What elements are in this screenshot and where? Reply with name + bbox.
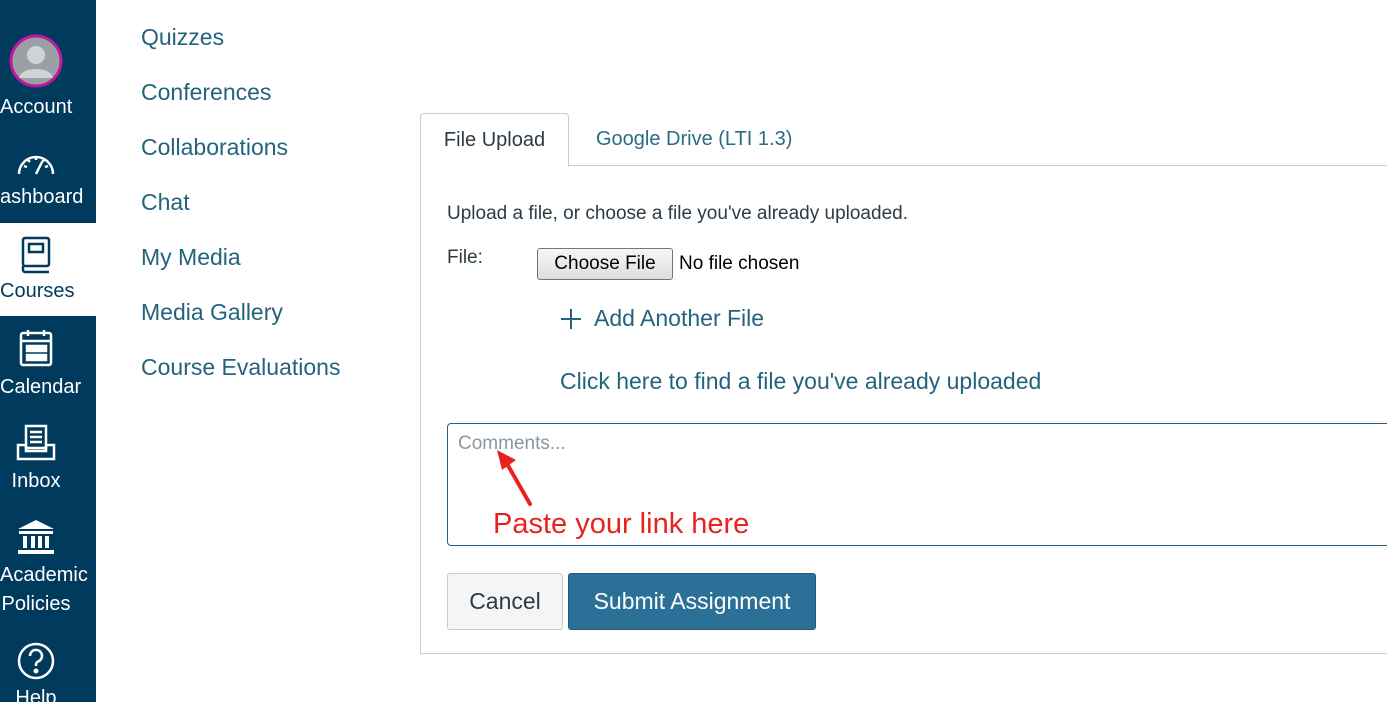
global-nav-academic-policies[interactable]: Academic Policies (0, 506, 96, 631)
course-nav-collaborations[interactable]: Collaborations (141, 134, 288, 161)
global-nav-label: Help (15, 687, 57, 702)
global-nav-label: Account (0, 96, 73, 118)
help-icon (0, 641, 72, 681)
global-nav-dashboard[interactable]: ashboard (0, 130, 96, 223)
course-nav-course-evaluations[interactable]: Course Evaluations (141, 354, 340, 381)
add-another-file-link[interactable]: Add Another File (560, 305, 764, 332)
global-nav-inbox[interactable]: Inbox (0, 411, 96, 506)
calendar-icon (0, 328, 72, 368)
courses-icon (0, 235, 72, 275)
add-another-file-label: Add Another File (594, 305, 765, 331)
course-nav-conferences[interactable]: Conferences (141, 79, 271, 106)
course-nav-my-media[interactable]: My Media (141, 244, 241, 271)
annotation-arrow-icon (497, 450, 532, 506)
submit-assignment-button[interactable]: Submit Assignment (568, 573, 816, 630)
global-nav-label: Academic Policies (0, 564, 88, 615)
global-nav-label: Calendar (0, 376, 82, 398)
inbox-icon (0, 423, 72, 463)
course-nav-quizzes[interactable]: Quizzes (141, 24, 224, 51)
global-nav-label: Inbox (11, 470, 61, 492)
plus-icon (560, 308, 582, 330)
global-nav-label: Courses (0, 280, 75, 302)
dashboard-icon (0, 148, 72, 178)
global-nav-courses[interactable]: Courses (0, 223, 96, 316)
tab-google-drive[interactable]: Google Drive (LTI 1.3) (596, 128, 792, 151)
cancel-button[interactable]: Cancel (447, 573, 563, 630)
tab-file-upload[interactable]: File Upload (420, 113, 569, 167)
avatar-icon (0, 34, 72, 88)
global-nav-help[interactable]: Help (0, 631, 96, 702)
choose-file-button[interactable]: Choose File (537, 248, 673, 280)
file-label: File: (447, 247, 483, 268)
institution-icon (0, 518, 72, 556)
course-nav-media-gallery[interactable]: Media Gallery (141, 299, 283, 326)
upload-instructions: Upload a file, or choose a file you've a… (447, 203, 908, 224)
global-nav-label: ashboard (0, 186, 84, 208)
no-file-status: No file chosen (679, 253, 800, 274)
global-nav-account[interactable]: Account (0, 0, 96, 130)
annotation-text: Paste your link here (493, 508, 750, 540)
course-nav-chat[interactable]: Chat (141, 189, 190, 216)
submission-panel (420, 165, 1387, 654)
global-nav: Account ashboard Courses Calendar Inbox … (0, 0, 96, 702)
find-uploaded-file-link[interactable]: Click here to find a file you've already… (560, 368, 1041, 395)
global-nav-calendar[interactable]: Calendar (0, 316, 96, 411)
